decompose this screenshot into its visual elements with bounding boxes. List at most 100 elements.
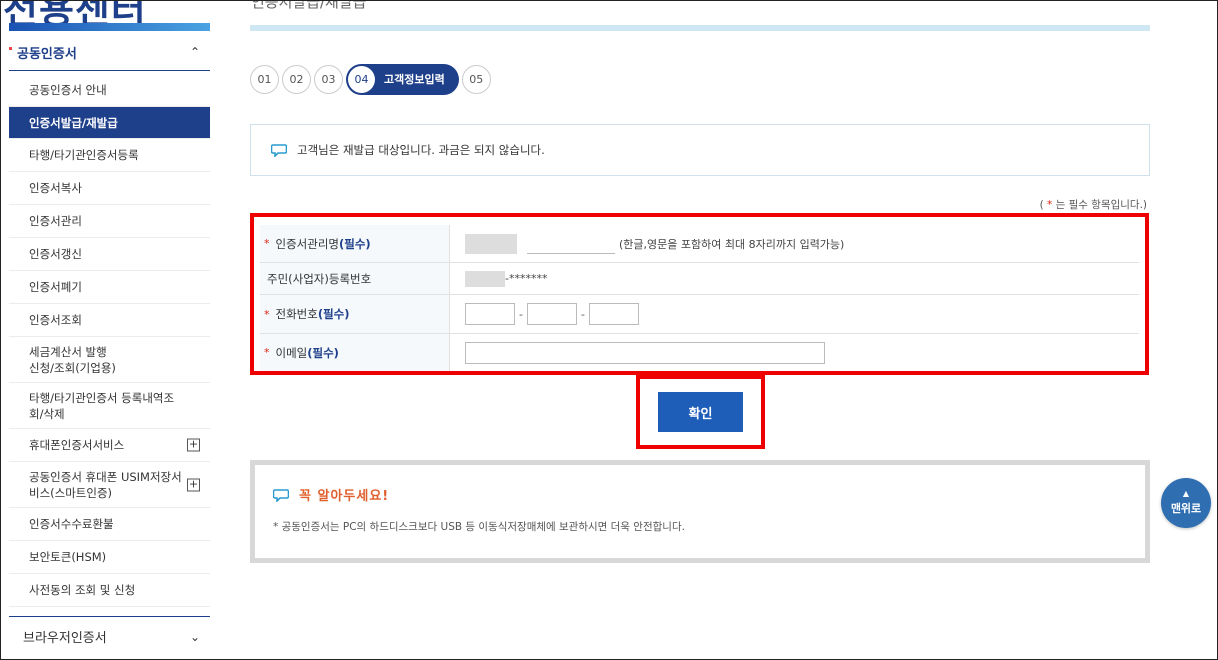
sidebar-item[interactable]: 인증서갱신 xyxy=(9,238,210,271)
back-to-top-label: 맨위로 xyxy=(1170,502,1202,515)
email-label: * 이메일 (필수) xyxy=(260,334,450,371)
step-5: 05 xyxy=(461,64,491,94)
step-4-label: 고객정보입력 xyxy=(384,73,445,86)
sidebar-item-label: 세금계산서 발행 신청/조회(기업용) xyxy=(29,344,116,375)
title-underline xyxy=(250,25,1150,31)
row-reg-no: 주민(사업자)등록번호 -******* xyxy=(260,263,1139,295)
sidebar-section-certificate[interactable]: 공동인증서 ⌃ xyxy=(9,34,210,71)
phone-sep-1: - xyxy=(519,307,523,321)
sidebar-item[interactable]: 인증서복사 xyxy=(9,172,210,205)
cert-name-label-text: 인증서관리명 xyxy=(275,236,339,251)
chevron-down-icon: ⌄ xyxy=(189,629,200,644)
reg-no-label-text: 주민(사업자)등록번호 xyxy=(267,271,372,286)
step-4-number: 04 xyxy=(348,65,375,93)
sidebar-item-label: 공동인증서 휴대폰 USIM저장서 비스(스마트인증) xyxy=(29,469,182,500)
sidebar-item[interactable]: 공동인증서 안내 xyxy=(9,73,210,107)
required-star: * xyxy=(264,346,270,359)
sidebar-item-label: 인증서복사 xyxy=(29,181,82,195)
sidebar-item[interactable]: 인증서수수료환불 xyxy=(9,508,210,541)
speech-bubble-icon xyxy=(270,143,288,158)
sidebar-section-title: 공동인증서 xyxy=(9,43,77,62)
confirm-button[interactable]: 확인 xyxy=(658,392,743,432)
page-title: 인증서발급/재발급 xyxy=(251,0,367,11)
speech-bubble-icon xyxy=(272,488,290,503)
sidebar-item[interactable]: 세금계산서 발행 신청/조회(기업용) xyxy=(9,337,210,383)
page-frame: 전용센터 공동인증서 ⌃ 공동인증서 안내 인증서발급/재발급 타행/타기관인증서등… xyxy=(0,0,1218,660)
required-note-text: 는 필수 항목입니다.) xyxy=(1055,199,1147,211)
required-note-open: ( xyxy=(1039,199,1044,211)
sidebar-footer-title: 브라우저인증서 xyxy=(23,631,107,646)
required-star: * xyxy=(264,237,270,250)
sidebar-item[interactable]: 인증서폐기 xyxy=(9,271,210,304)
sidebar-item-label: 휴대폰인증서서비스 xyxy=(29,438,125,452)
sidebar-item-label: 인증서수수료환불 xyxy=(29,517,114,531)
sidebar-item-label: 인증서관리 xyxy=(29,214,82,228)
email-cell xyxy=(450,334,1139,371)
step-2: 02 xyxy=(282,64,311,94)
step-4-active: 04 고객정보입력 xyxy=(346,63,459,95)
row-email: * 이메일 (필수) xyxy=(260,334,1139,371)
step-indicator: 01 02 03 04 고객정보입력 05 xyxy=(250,63,491,95)
sidebar-section-browser-cert[interactable]: 브라우저인증서 ⌄ xyxy=(9,616,210,656)
required-tag: (필수) xyxy=(317,307,350,321)
brand-bar xyxy=(9,23,210,31)
info-title-row: 꼭 알아두세요! xyxy=(272,485,1127,504)
sidebar-nav: 공동인증서 안내인증서발급/재발급타행/타기관인증서등록인증서복사인증서관리인증… xyxy=(9,73,210,607)
sidebar-item[interactable]: 타행/타기관인증서등록 xyxy=(9,139,210,172)
phone-sep-2: - xyxy=(580,307,585,321)
required-star: * xyxy=(1047,199,1053,211)
back-to-top-button[interactable]: ▲ 맨위로 xyxy=(1161,478,1211,528)
sidebar-item-label: 인증서조회 xyxy=(29,313,82,327)
sidebar-item[interactable]: 보안토큰(HSM) xyxy=(9,541,210,574)
sidebar-item[interactable]: 공동인증서 휴대폰 USIM저장서 비스(스마트인증) + xyxy=(9,462,210,508)
sidebar-item[interactable]: 타행/타기관인증서 등록내역조 회/삭제 xyxy=(9,383,210,429)
cert-name-label: * 인증서관리명 (필수) xyxy=(260,225,450,262)
notice-text: 고객님은 재발급 대상입니다. 과금은 되지 않습니다. xyxy=(297,143,545,157)
masked-reg-no xyxy=(465,270,505,287)
sidebar-item-label: 타행/타기관인증서등록 xyxy=(29,148,139,162)
notice-box: 고객님은 재발급 대상입니다. 과금은 되지 않습니다. xyxy=(250,124,1150,176)
phone-label-text: 전화번호 xyxy=(275,307,318,321)
sidebar-item[interactable]: 사전동의 조회 및 신청 xyxy=(9,574,210,607)
info-box: 꼭 알아두세요! * 공동인증서는 PC의 하드디스크보다 USB 등 이동식저… xyxy=(250,460,1150,563)
reg-no-suffix: -******* xyxy=(505,272,548,285)
sidebar-item-label: 인증서폐기 xyxy=(29,280,82,294)
chevron-up-icon: ⌃ xyxy=(189,45,200,59)
phone-input-2[interactable] xyxy=(526,303,577,325)
reg-no-label: 주민(사업자)등록번호 xyxy=(260,263,450,294)
confirm-highlight: 확인 xyxy=(636,375,765,449)
row-cert-name: * 인증서관리명 (필수) (한글,영문을 포함하여 최대 8자리까지 입력가능) xyxy=(260,225,1139,263)
brand-strip: 전용센터 xyxy=(1,1,210,31)
sidebar-item-label: 사전동의 조회 및 신청 xyxy=(29,583,136,597)
reg-no-cell: -******* xyxy=(450,263,1139,294)
cert-name-input[interactable] xyxy=(527,233,615,254)
sidebar-item[interactable]: 휴대폰인증서서비스 + xyxy=(9,429,210,462)
required-star: * xyxy=(264,307,270,321)
plus-icon[interactable]: + xyxy=(187,478,200,491)
masked-prefix xyxy=(465,233,517,254)
phone-input-1[interactable] xyxy=(465,303,515,325)
row-phone: * 전화번호 (필수) - - xyxy=(260,295,1139,334)
sidebar-item[interactable]: 인증서관리 xyxy=(9,205,210,238)
required-tag: (필수) xyxy=(338,236,371,251)
phone-cell: - - xyxy=(450,295,1139,333)
email-label-text: 이메일 xyxy=(275,345,308,360)
email-input[interactable] xyxy=(465,341,825,364)
sidebar-item[interactable]: 인증서발급/재발급 xyxy=(9,107,210,139)
info-text: * 공동인증서는 PC의 하드디스크보다 USB 등 이동식저장매체에 보관하시… xyxy=(273,521,685,533)
sidebar-item-label: 인증서발급/재발급 xyxy=(29,115,118,130)
step-3: 03 xyxy=(314,64,343,94)
sidebar: 전용센터 공동인증서 ⌃ 공동인증서 안내인증서발급/재발급타행/타기관인증서등… xyxy=(1,1,210,659)
phone-label: * 전화번호 (필수) xyxy=(260,295,450,333)
step-1: 01 xyxy=(250,64,279,94)
sidebar-item[interactable]: 인증서조회 xyxy=(9,304,210,337)
cert-name-cell: (한글,영문을 포함하여 최대 8자리까지 입력가능) xyxy=(450,225,1139,262)
sidebar-item-label: 공동인증서 안내 xyxy=(29,82,107,97)
cert-name-hint: (한글,영문을 포함하여 최대 8자리까지 입력가능) xyxy=(619,237,845,251)
required-tag: (필수) xyxy=(307,345,339,360)
info-title: 꼭 알아두세요! xyxy=(299,489,390,504)
sidebar-item-label: 보안토큰(HSM) xyxy=(29,550,107,564)
plus-icon[interactable]: + xyxy=(187,438,200,452)
arrow-up-icon: ▲ xyxy=(1182,489,1190,498)
phone-input-3[interactable] xyxy=(588,303,639,325)
